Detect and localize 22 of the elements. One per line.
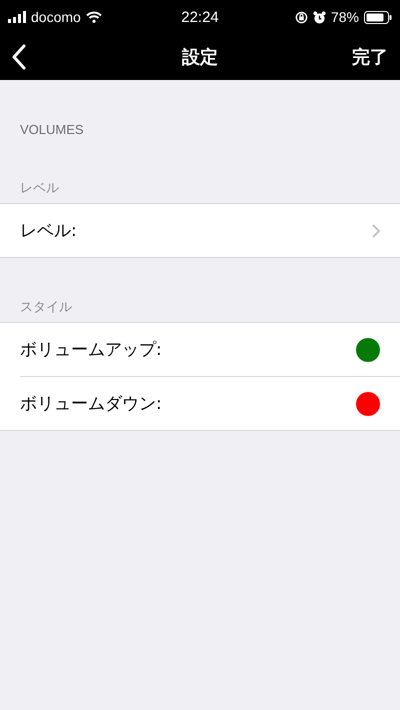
section-header: レベル <box>19 180 60 198</box>
alarm-icon <box>312 10 326 24</box>
row-label: ボリュームダウン: <box>20 393 162 415</box>
back-button[interactable] <box>10 42 28 72</box>
chevron-icon <box>372 224 380 238</box>
section-header: スタイル <box>19 299 73 317</box>
rotation-lock-icon <box>294 10 308 24</box>
row-label: レベル: <box>20 220 77 242</box>
settings-row[interactable]: ボリュームアップ: <box>20 323 400 377</box>
row-label: ボリュームアップ: <box>20 339 162 361</box>
wifi-icon <box>86 11 102 23</box>
page-heading: VOLUMES <box>19 121 85 137</box>
settings-row[interactable]: レベル: <box>20 204 400 257</box>
battery-icon <box>364 10 392 24</box>
back-chevron-icon <box>12 44 26 70</box>
settings-row[interactable]: ボリュームダウン: <box>20 377 400 430</box>
carrier-name: docomo <box>31 9 81 25</box>
status-time: 22:24 <box>181 8 219 26</box>
signal-icon <box>8 11 26 23</box>
done-button[interactable]: 完了 <box>352 45 388 69</box>
battery-percent: 78% <box>330 9 359 25</box>
screen-title: 設定 <box>182 46 218 69</box>
